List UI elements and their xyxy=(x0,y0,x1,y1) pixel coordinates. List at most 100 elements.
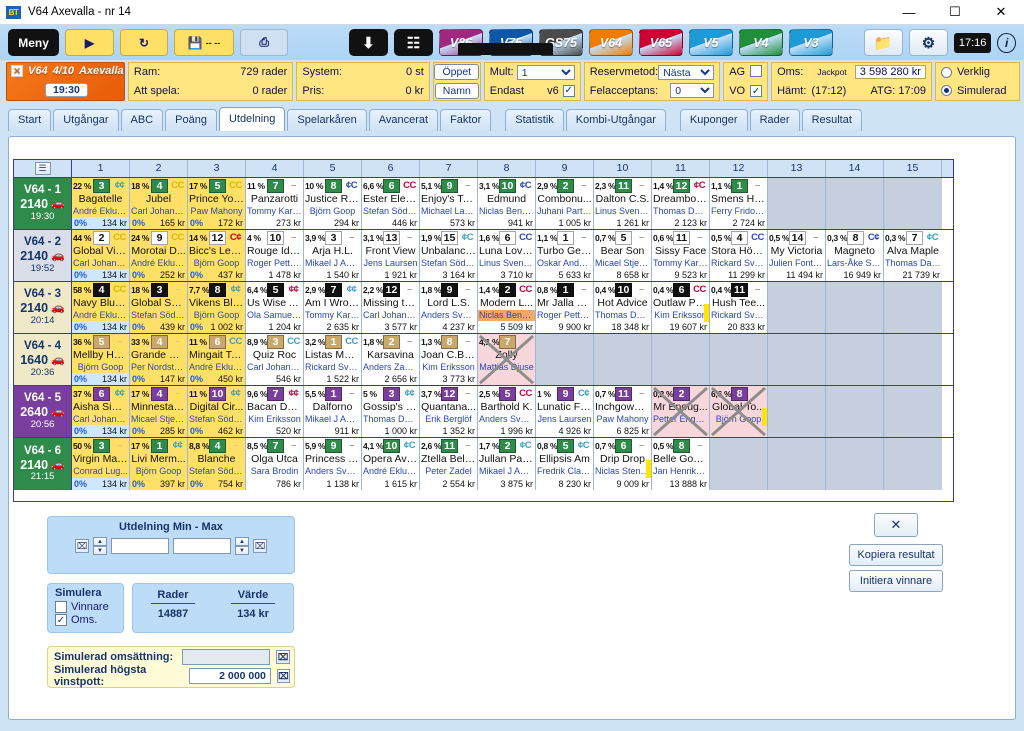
close-button[interactable]: ✕ xyxy=(978,0,1024,24)
horse-cell[interactable]: 17 % 5 CC Prince Yoda Paw Mahony 0% 172 kr xyxy=(188,178,246,229)
grid-column-header-10[interactable]: 10 xyxy=(594,160,652,177)
race-leg-header[interactable]: V64 - 3 2140 🚗 20:14 xyxy=(14,282,72,333)
tab-kombi-utg-ngar[interactable]: Kombi-Utgångar xyxy=(565,109,666,131)
vinnare-checkbox[interactable] xyxy=(55,601,67,613)
refresh-icon[interactable]: ↻ xyxy=(119,29,169,56)
horse-cell[interactable]: 0,4 % 11– Hush Tee... Rickard Svan... 20 833… xyxy=(710,282,768,333)
horse-number[interactable]: 12 xyxy=(383,282,400,297)
horse-number[interactable]: 3 xyxy=(325,230,342,245)
horse-cell[interactable]: 2,9 % 7 ¢¢ Am I Wrong Tommy Karls... 2 635 kr xyxy=(304,282,362,333)
horse-cell[interactable]: 0,3 % 8 C¢ Magneto Lars-Åke Sö... 16 949 kr xyxy=(826,230,884,281)
horse-number[interactable]: 9 xyxy=(557,386,574,401)
horse-cell[interactable]: 0,7 % 11– Inchgower... Paw Mahony 6 825 kr xyxy=(594,386,652,437)
horse-number[interactable]: 8 xyxy=(441,334,458,349)
horse-number[interactable]: 5 xyxy=(499,386,516,401)
grid-column-header-3[interactable]: 3 xyxy=(188,160,246,177)
horse-cell[interactable]: 0,7 % 6– Drip Drop Niclas Stenq... 9 009 kr xyxy=(594,438,652,490)
horse-cell[interactable]: 0,2 % 2 Mr Enoug... Petter Engbl... xyxy=(652,386,710,437)
horse-number[interactable]: 7 xyxy=(906,230,923,245)
horse-cell[interactable]: 2,5 % 5 CC Barthold K. Anders Svan... 1 996 k… xyxy=(478,386,536,437)
utdelning-max-input[interactable] xyxy=(173,538,231,554)
horse-cell[interactable]: 0,8 % 5 ¢C Ellipsis Am Fredrik Claes... 8 230… xyxy=(536,438,594,490)
min-spin-down-icon[interactable]: ▼ xyxy=(93,546,107,555)
horse-number[interactable]: 10 xyxy=(499,178,516,193)
game-button-v5[interactable]: V5 xyxy=(689,29,733,56)
horse-cell[interactable]: 44 % 2 CC Global Vis... Carl Johan J... 0% 134… xyxy=(72,230,130,281)
horse-cell[interactable]: 3,1 % 10 ¢C Edmund Niclas Benzon 941 kr xyxy=(478,178,536,229)
oms-checkbox[interactable]: ✓ xyxy=(55,614,67,626)
grid-column-header-13[interactable]: 13 xyxy=(768,160,826,177)
horse-number[interactable]: 2 xyxy=(499,282,516,297)
max-spin-up-icon[interactable]: ▲ xyxy=(235,537,249,546)
horse-cell[interactable]: 3,2 % 1 CC Listas Mat... Rickard Svan... 1 52… xyxy=(304,334,362,385)
horse-cell[interactable]: 1,1 % 1– Smens Hal... Ferry Fridolfs... 2 72… xyxy=(710,178,768,229)
horse-cell[interactable]: 0,4 % 10– Hot Advice Thomas Dal... 18 348 kr xyxy=(594,282,652,333)
horse-cell[interactable]: 5,1 % 9– Enjoy's To... Michael Lars... 573 k… xyxy=(420,178,478,229)
horse-cell[interactable]: 8,8 % 4– Blanche Stefan Söder... 0% 754 kr xyxy=(188,438,246,490)
horse-cell[interactable]: 9,6 % 7 ¢¢ Bacan Deg... Kim Eriksson 520 kr xyxy=(246,386,304,437)
horse-cell[interactable]: 2,2 % 12– Missing th... Carl Johan J... 3 57… xyxy=(362,282,420,333)
race-badge[interactable]: ✕ V64 4/10 Axevalla 19:30 xyxy=(6,62,125,101)
play-button[interactable]: ▶ xyxy=(65,29,114,56)
horse-number[interactable]: 4 xyxy=(151,334,168,349)
horse-number[interactable]: 6 xyxy=(499,230,516,245)
tab-abc[interactable]: ABC xyxy=(120,109,164,131)
info-icon[interactable]: i xyxy=(997,32,1017,53)
horse-number[interactable]: 7 xyxy=(267,178,284,193)
horse-number[interactable]: 4 xyxy=(151,386,168,401)
horse-cell[interactable]: 1 % 9 C¢ Lunatic Face Jens Laursen 4 926 kr xyxy=(536,386,594,437)
horse-cell[interactable]: 36 % 5– Mellby Ha... Björn Goop 0% 134 kr xyxy=(72,334,130,385)
horse-cell[interactable]: 0,8 % 1– Mr Jalla Ja... Roger Petter... 9 90… xyxy=(536,282,594,333)
min-clear-button[interactable]: ⌧ xyxy=(75,539,89,553)
horse-cell[interactable]: 5,9 %9–Princess Te...Anders Svan...1 138… xyxy=(304,438,362,490)
horse-cell[interactable]: 6,6 % 6 CC Ester Eleo... Stefan Söder... 446 … xyxy=(362,178,420,229)
horse-cell[interactable]: 0,4 % 6 CC Outlaw Pete Kim Eriksson 19 607 kr xyxy=(652,282,710,333)
horse-number[interactable]: 10 xyxy=(615,282,632,297)
game-button-v4[interactable]: V4 xyxy=(739,29,783,56)
grid-column-header-14[interactable]: 14 xyxy=(826,160,884,177)
horse-cell[interactable]: 17 % 4– Minnestad ... Micael Stjern... 0% 285… xyxy=(130,386,188,437)
horse-number[interactable]: 3 xyxy=(267,334,284,349)
grid-column-header-8[interactable]: 8 xyxy=(478,160,536,177)
horse-number[interactable]: 6 xyxy=(673,282,690,297)
horse-cell[interactable]: 8,9 % 3 CC Quiz Roc Carl Johan J... 546 kr xyxy=(246,334,304,385)
horse-number[interactable]: 11 xyxy=(441,438,458,453)
horse-cell[interactable]: 4 % 10– Rouge Ideal Roger Petter... 1 478 kr xyxy=(246,230,304,281)
horse-number[interactable]: 9 xyxy=(441,178,458,193)
grid-menu-icon[interactable]: ☰ xyxy=(34,162,51,175)
horse-cell[interactable]: 8,5 % 7– Olga Utca Sara Brodin 786 kr xyxy=(246,438,304,490)
print-button[interactable]: ⎙ xyxy=(239,29,289,56)
horse-number[interactable]: 3 xyxy=(93,438,110,453)
horse-number[interactable]: 2 xyxy=(383,334,400,349)
horse-cell[interactable]: 1,3 % 8– Joan C.Boko Kim Eriksson 3 773 kr xyxy=(420,334,478,385)
horse-cell[interactable]: 0,7 % 5– Bear Son Micael Stjern... 8 658 kr xyxy=(594,230,652,281)
horse-number[interactable]: 8 xyxy=(731,386,748,401)
horse-number[interactable]: 9 xyxy=(151,230,168,245)
horse-number[interactable]: 8 xyxy=(325,178,342,193)
horse-number[interactable]: 2 xyxy=(499,438,516,453)
horse-number[interactable]: 5 xyxy=(267,282,284,297)
horse-cell[interactable]: 3,1 % 13– Front View Jens Laursen 1 921 kr xyxy=(362,230,420,281)
horse-number[interactable]: 11 xyxy=(731,282,748,297)
close-panel-button[interactable]: ✕ xyxy=(874,513,918,537)
horse-number[interactable]: 8 xyxy=(209,282,226,297)
horse-cell[interactable]: 0,5 % 14– My Victoria Julien Fontai... 11 49… xyxy=(768,230,826,281)
horse-cell[interactable]: 11 % 6 CC Mingait To... André Eklun... 0% 450 … xyxy=(188,334,246,385)
race-leg-header[interactable]: V64 - 1 2140 🚗 19:30 xyxy=(14,178,72,229)
horse-cell[interactable]: 22 % 3 ¢¢ Bagatelle André Eklun... 0% 134 kr xyxy=(72,178,130,229)
grid-column-header-6[interactable]: 6 xyxy=(362,160,420,177)
horse-cell[interactable]: 33 % 4– Grande Di... Per Nordströ... 0% 147 k… xyxy=(130,334,188,385)
tab-statistik[interactable]: Statistik xyxy=(505,109,564,131)
horse-number[interactable]: 6 xyxy=(383,178,400,193)
mult-select[interactable]: 1 xyxy=(516,64,575,80)
horse-cell[interactable]: 5 % 3 ¢¢ Gossip's C... Thomas Dal... 1 000 kr xyxy=(362,386,420,437)
game-button-v65[interactable]: V65 xyxy=(639,29,683,56)
horse-number[interactable]: 3 xyxy=(93,178,110,193)
grid-column-header-11[interactable]: 11 xyxy=(652,160,710,177)
open-folder-icon[interactable]: 📁 xyxy=(863,29,903,56)
verklig-radio[interactable] xyxy=(940,66,952,78)
horse-cell[interactable]: 2,9 % 2– Combonu... Juhani Parta... 1 005 kr xyxy=(536,178,594,229)
tab-kuponger[interactable]: Kuponger xyxy=(679,109,748,131)
initiera-vinnare-button[interactable]: Initiera vinnare xyxy=(849,570,943,592)
race-leg-header[interactable]: V64 - 6 2140 🚗 21:15 xyxy=(14,438,72,490)
